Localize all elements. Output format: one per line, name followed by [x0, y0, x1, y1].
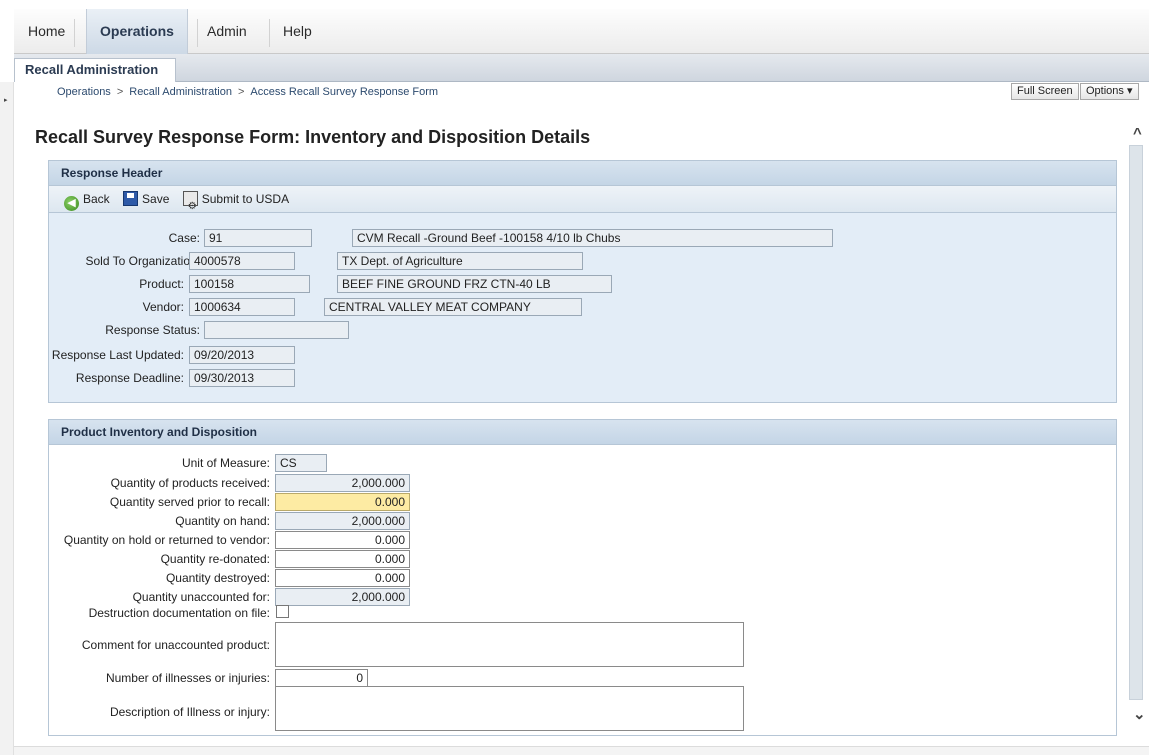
illnesses-injuries-input[interactable]: 0	[275, 669, 368, 687]
case-description-field: CVM Recall -Ground Beef -100158 4/10 lb …	[352, 229, 833, 247]
unit-of-measure-label: Unit of Measure:	[181, 456, 270, 470]
options-button[interactable]: Options ▾	[1080, 83, 1139, 100]
quantity-destroyed-label: Quantity destroyed:	[165, 571, 270, 585]
tab-admin[interactable]: Admin	[207, 9, 247, 54]
quantity-redonated-input[interactable]: 0.000	[275, 550, 410, 568]
quantity-on-hand-label: Quantity on hand:	[175, 514, 270, 528]
tab-divider	[197, 19, 198, 47]
response-last-updated-label: Response Last Updated:	[51, 348, 184, 362]
nav-panel-handle[interactable]: ▸	[0, 82, 14, 755]
save-label: Save	[142, 192, 170, 206]
back-label: Back	[83, 192, 110, 206]
comment-unaccounted-label: Comment for unaccounted product:	[81, 638, 270, 652]
breadcrumb-item-operations[interactable]: Operations	[57, 86, 111, 98]
breadcrumb-item-current: Access Recall Survey Response Form	[250, 86, 439, 98]
response-deadline-label: Response Deadline:	[75, 371, 184, 385]
bottom-bar	[14, 746, 1149, 755]
sub-nav: Recall Administration	[14, 54, 1149, 82]
destruction-documentation-checkbox[interactable]	[276, 605, 289, 618]
response-header-title: Response Header	[49, 161, 1116, 186]
sold-to-field: 4000578	[189, 252, 295, 270]
product-description-field: BEEF FINE GROUND FRZ CTN-40 LB	[337, 275, 612, 293]
destruction-documentation-label: Destruction documentation on file:	[88, 606, 270, 620]
sold-to-label: Sold To Organization:	[85, 254, 200, 268]
save-button[interactable]: Save	[123, 186, 169, 212]
quantity-on-hold-input[interactable]: 0.000	[275, 531, 410, 549]
quantity-received-label: Quantity of products received:	[110, 476, 270, 490]
full-screen-button[interactable]: Full Screen	[1011, 83, 1079, 100]
tab-divider	[74, 19, 75, 47]
quantity-served-label: Quantity served prior to recall:	[109, 495, 270, 509]
vendor-field: 1000634	[189, 298, 295, 316]
response-status-field	[204, 321, 349, 339]
response-deadline-field: 09/30/2013	[189, 369, 295, 387]
tab-operations[interactable]: Operations	[86, 9, 188, 54]
illnesses-injuries-label: Number of illnesses or injuries:	[105, 671, 270, 685]
submit-gear-icon	[182, 191, 198, 220]
chevron-up-icon[interactable]: ^	[1133, 125, 1142, 142]
scrollbar-thumb[interactable]	[1129, 145, 1143, 700]
tab-home[interactable]: Home	[28, 9, 65, 54]
floppy-disk-icon	[123, 191, 139, 206]
tab-divider	[269, 19, 270, 47]
subtab-recall-administration[interactable]: Recall Administration	[14, 58, 176, 82]
vendor-description-field: CENTRAL VALLEY MEAT COMPANY	[324, 298, 582, 316]
illness-description-label: Description of Illness or injury:	[109, 705, 270, 719]
sold-to-description-field: TX Dept. of Agriculture	[337, 252, 583, 270]
breadcrumb-separator: >	[116, 86, 124, 98]
vendor-label: Vendor:	[142, 300, 184, 314]
quantity-unaccounted-field: 2,000.000	[275, 588, 410, 606]
unit-of-measure-field: CS	[275, 454, 327, 472]
inventory-panel-title: Product Inventory and Disposition	[49, 420, 1116, 445]
product-field: 100158	[189, 275, 310, 293]
response-toolbar: ◀ Back Save Submit to USDA	[49, 186, 1116, 220]
expand-arrow-icon[interactable]: ▸	[4, 96, 8, 104]
breadcrumb: Operations > Recall Administration > Access …	[57, 86, 438, 98]
product-label: Product:	[139, 277, 184, 291]
quantity-redonated-label: Quantity re-donated:	[160, 552, 270, 566]
submit-to-usda-button[interactable]: Submit to USDA	[182, 186, 290, 220]
quantity-on-hold-label: Quantity on hold or returned to vendor:	[63, 533, 270, 547]
illness-description-textarea[interactable]	[275, 686, 744, 731]
case-field: 91	[204, 229, 312, 247]
quantity-destroyed-input[interactable]: 0.000	[275, 569, 410, 587]
quantity-received-field: 2,000.000	[275, 474, 410, 492]
page-title: Recall Survey Response Form: Inventory a…	[35, 127, 591, 147]
breadcrumb-item-recall-administration[interactable]: Recall Administration	[129, 86, 232, 98]
top-nav: Home Operations Admin Help	[14, 9, 1149, 54]
response-last-updated-field: 09/20/2013	[189, 346, 295, 364]
back-arrow-icon: ◀	[64, 196, 79, 211]
submit-label: Submit to USDA	[201, 192, 290, 206]
quantity-served-input[interactable]: 0.000	[275, 493, 410, 511]
response-status-label: Response Status:	[105, 323, 200, 337]
back-button[interactable]: ◀ Back	[64, 186, 110, 212]
chevron-down-icon[interactable]: ⌄	[1133, 705, 1146, 723]
comment-unaccounted-textarea[interactable]	[275, 622, 744, 667]
breadcrumb-separator: >	[237, 86, 245, 98]
case-label: Case:	[168, 231, 200, 245]
tab-help[interactable]: Help	[283, 9, 312, 54]
quantity-on-hand-field: 2,000.000	[275, 512, 410, 530]
quantity-unaccounted-label: Quantity unaccounted for:	[132, 590, 270, 604]
